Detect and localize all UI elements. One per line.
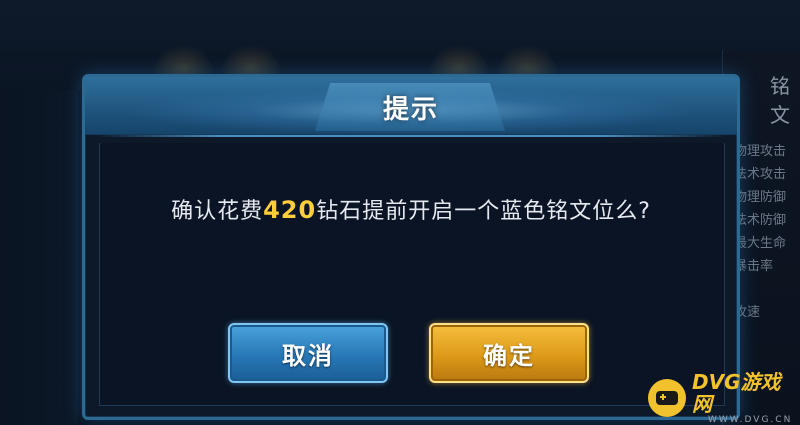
attribute-item: 法术防御 <box>734 213 787 228</box>
attribute-item: 攻速 <box>734 305 761 320</box>
watermark-url: WWW.DVG.CN <box>708 415 793 425</box>
site-watermark: DVG游戏网 WWW.DVG.CN <box>648 370 800 425</box>
gamepad-logo-icon <box>648 379 686 417</box>
confirm-button[interactable]: 确定 <box>429 323 589 383</box>
attribute-item: 物理攻击 <box>734 144 787 159</box>
confirm-dialog: 提示 确认花费420钻石提前开启一个蓝色铭文位么? 取消 确定 <box>82 74 740 420</box>
attribute-item <box>734 278 800 301</box>
background-left-strip <box>0 90 78 425</box>
message-prefix: 确认花费 <box>171 199 264 224</box>
attribute-item: 物理防御 <box>734 190 787 205</box>
inscription-panel-title: 铭文 <box>770 74 790 127</box>
attribute-item: 暴击率 <box>734 259 774 274</box>
attribute-item: 最大生命 <box>734 236 787 251</box>
header-divider <box>95 135 727 137</box>
cancel-button[interactable]: 取消 <box>228 323 388 383</box>
dialog-title: 提示 <box>382 95 439 125</box>
dialog-content-area <box>99 143 725 406</box>
diamond-cost: 420 <box>263 196 317 224</box>
inscription-attribute-list: 物理攻击 法术攻击 物理防御 法术防御 最大生命 暴击率 攻速 <box>734 140 800 324</box>
dialog-message: 确认花费420钻石提前开启一个蓝色铭文位么? <box>85 193 737 225</box>
message-suffix: 钻石提前开启一个蓝色铭文位么? <box>316 199 651 224</box>
watermark-name: DVG游戏网 <box>692 370 781 416</box>
attribute-item: 法术攻击 <box>734 167 787 182</box>
